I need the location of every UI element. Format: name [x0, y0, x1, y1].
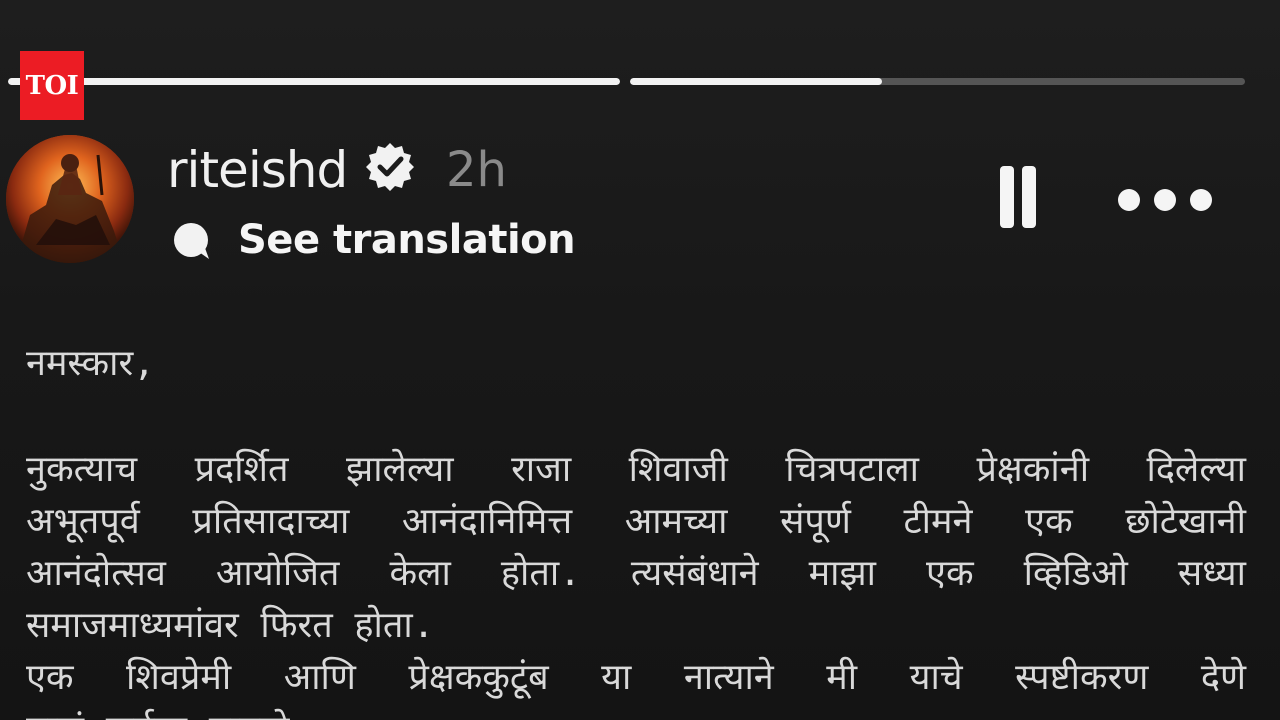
letter-line: माझं कर्तव्य मानतो.: [26, 704, 1246, 720]
more-horizontal-icon: [1118, 189, 1140, 211]
pause-icon: [1022, 166, 1036, 228]
more-horizontal-icon: [1154, 189, 1176, 211]
letter-greeting: नमस्कार,: [26, 343, 155, 384]
verified-badge-icon: [366, 143, 414, 191]
speech-bubble-icon: [174, 223, 209, 259]
letter-line: समाजमाध्यमांवर फिरत होता.: [26, 605, 435, 646]
letter-line: एक शिवप्रेमी आणि प्रेक्षककुटूंब या नात्य…: [26, 657, 1246, 698]
see-translation-button[interactable]: See translation: [238, 212, 576, 268]
story-letter-text: नमस्कार, नुकत्याच प्रदर्शित झालेल्या राज…: [26, 338, 1246, 720]
letter-line: नुकत्याच प्रदर्शित झालेल्या राजा शिवाजी …: [26, 449, 1246, 490]
progress-fill: [8, 78, 620, 85]
username[interactable]: riteishd: [167, 138, 348, 202]
story-progress-segment-2: [630, 78, 1245, 85]
pause-icon: [1000, 166, 1014, 228]
toi-watermark-logo: TOI: [20, 51, 84, 120]
story-viewer: TOI riteishd 2h See translation नमस्कार,…: [0, 0, 1280, 720]
progress-fill: [630, 78, 883, 85]
letter-line: अभूतपूर्व प्रतिसादाच्या आनंदानिमित्त आमच…: [26, 501, 1246, 542]
story-progress-segment-1: [8, 78, 620, 85]
more-horizontal-icon: [1190, 189, 1212, 211]
more-options-button[interactable]: [1118, 183, 1212, 217]
post-time: 2h: [446, 142, 507, 198]
profile-avatar[interactable]: [6, 135, 134, 263]
avatar-image: [6, 135, 134, 263]
letter-line: आनंदोत्सव आयोजित केला होता. त्यसंबंधाने …: [26, 553, 1246, 594]
pause-button[interactable]: [996, 166, 1046, 232]
